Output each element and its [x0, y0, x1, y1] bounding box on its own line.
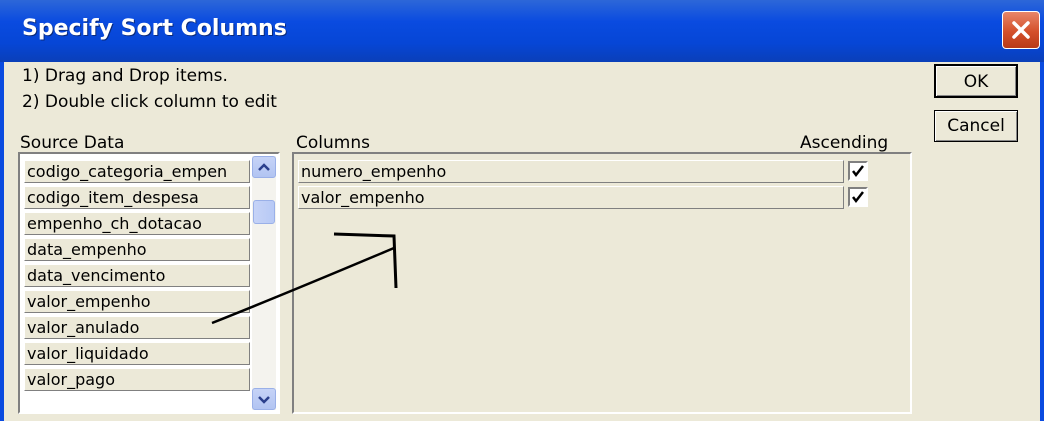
drag-arrow-annotation — [211, 232, 398, 325]
sort-columns-dialog: Specify Sort Columns 1) Drag and Drop it… — [0, 0, 1044, 421]
